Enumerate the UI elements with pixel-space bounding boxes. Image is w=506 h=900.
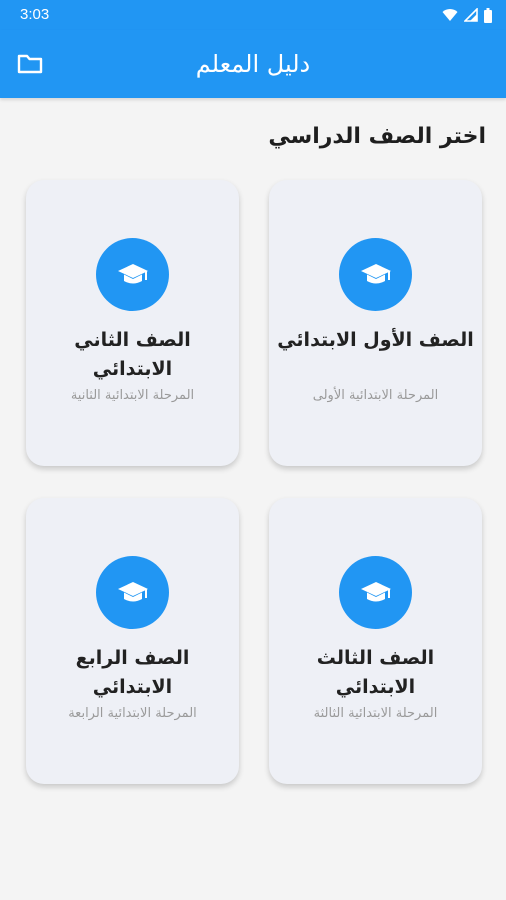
card-subtitle: المرحلة الابتدائية الأولى (312, 388, 439, 403)
app-bar: دليل المعلم (0, 30, 506, 98)
card-title: الصف الثالث الابتدائي (316, 647, 435, 698)
card-icon-circle (96, 238, 169, 311)
app-title: دليل المعلم (195, 50, 311, 78)
card-subtitle: المرحلة الابتدائية الثانية (70, 388, 195, 403)
battery-icon (484, 7, 492, 23)
section-title: اختر الصف الدراسي (268, 124, 486, 149)
graduation-cap-icon (360, 581, 391, 601)
card-title: الصف الثاني الابتدائي (74, 329, 191, 380)
graduation-cap-icon (117, 581, 148, 601)
card-title: الصف الأول الابتدائي (277, 329, 474, 351)
cellular-signal-icon (464, 8, 478, 22)
graduation-cap-icon (117, 263, 148, 283)
grade-card-3[interactable]: الصف الثالث الابتدائي المرحلة الابتدائية… (269, 498, 482, 784)
card-icon-circle (339, 238, 412, 311)
wifi-icon (442, 9, 458, 21)
card-subtitle: المرحلة الابتدائية الثالثة (313, 706, 438, 721)
grade-card-1[interactable]: الصف الأول الابتدائي المرحلة الابتدائية … (269, 180, 482, 466)
grade-card-4[interactable]: الصف الرابع الابتدائي المرحلة الابتدائية… (26, 498, 239, 784)
card-icon-circle (96, 556, 169, 629)
grade-card-2[interactable]: الصف الثاني الابتدائي المرحلة الابتدائية… (26, 180, 239, 466)
graduation-cap-icon (360, 263, 391, 283)
card-subtitle: المرحلة الابتدائية الرابعة (68, 706, 197, 721)
status-time: 3:03 (20, 6, 50, 23)
card-title: الصف الرابع الابتدائي (75, 647, 190, 698)
status-icons (442, 7, 492, 23)
card-icon-circle (339, 556, 412, 629)
status-bar: 3:03 (0, 0, 506, 30)
